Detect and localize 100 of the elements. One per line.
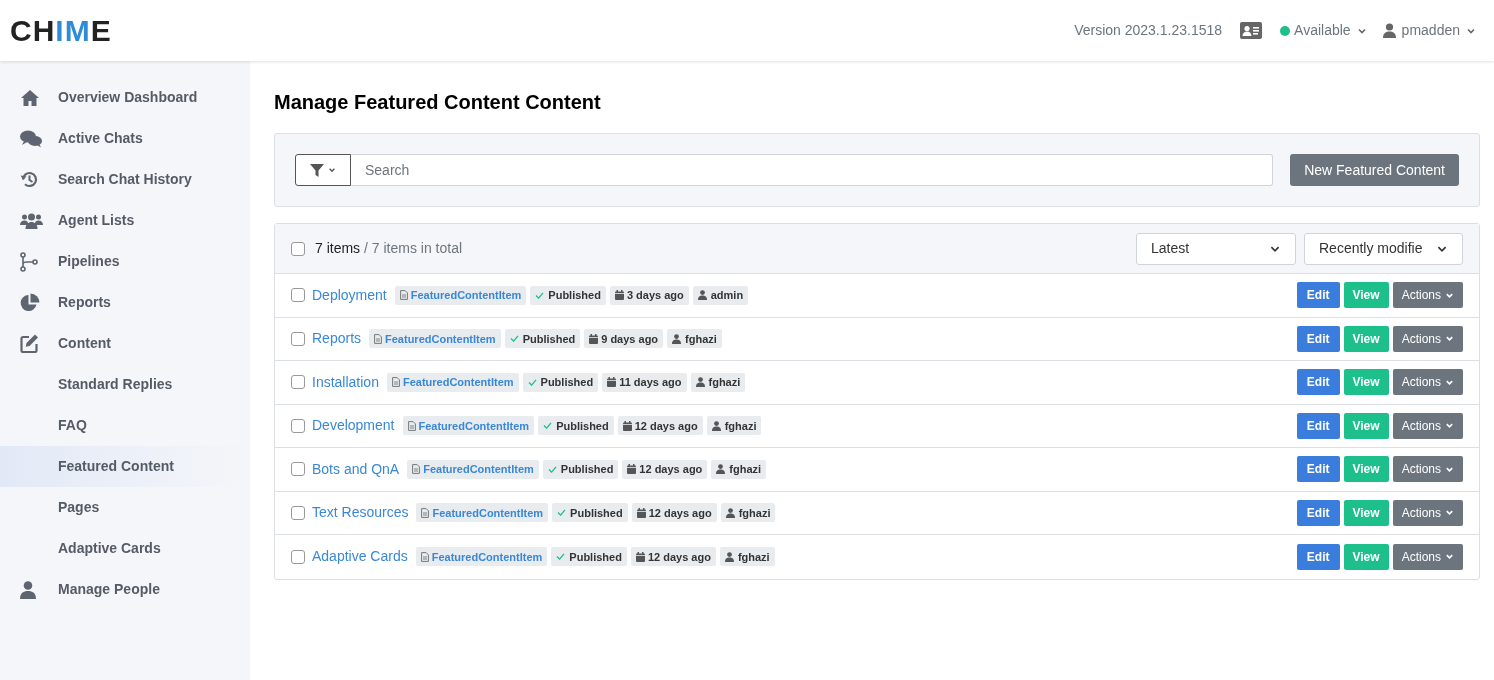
sidebar-item[interactable]: Content xyxy=(0,323,250,364)
edit-icon xyxy=(20,334,39,353)
user-icon xyxy=(716,464,726,475)
type-tag: FeaturedContentItem xyxy=(386,372,519,392)
caret-icon xyxy=(1445,552,1454,562)
view-button[interactable]: View xyxy=(1343,282,1389,309)
select-all-checkbox[interactable] xyxy=(291,241,305,256)
item-title-link[interactable]: Reports xyxy=(312,328,362,350)
calendar-icon xyxy=(636,507,646,518)
user-icon xyxy=(1382,23,1396,38)
sidebar-item[interactable]: Manage People xyxy=(0,569,250,610)
date-tag: 12 days ago xyxy=(631,503,717,523)
view-button[interactable]: View xyxy=(1343,456,1389,483)
check-icon xyxy=(509,335,519,343)
status-dropdown[interactable]: Available xyxy=(1280,20,1367,41)
sidebar-item[interactable]: Standard Replies xyxy=(0,364,250,405)
row-checkbox[interactable] xyxy=(291,288,305,303)
type-tag: FeaturedContentItem xyxy=(394,285,527,305)
status-tag: Published xyxy=(504,329,581,349)
new-featured-content-button[interactable]: New Featured Content xyxy=(1290,154,1459,186)
item-title-link[interactable]: Development xyxy=(312,415,395,437)
actions-dropdown[interactable]: Actions xyxy=(1392,499,1463,526)
edit-button[interactable]: Edit xyxy=(1296,412,1340,439)
branch-icon xyxy=(20,251,38,272)
caret-icon xyxy=(1445,421,1454,431)
item-title-link[interactable]: Installation xyxy=(312,371,379,393)
edit-button[interactable]: Edit xyxy=(1296,282,1340,309)
group-icon xyxy=(20,212,43,229)
author-tag: fghazi xyxy=(690,372,746,392)
version-text: Version 2023.1.23.1518 xyxy=(1074,21,1223,40)
document-icon xyxy=(407,420,416,431)
sidebar-item[interactable]: Adaptive Cards xyxy=(0,528,250,569)
sort-order-dropdown[interactable]: Latest xyxy=(1136,232,1296,265)
type-tag: FeaturedContentItem xyxy=(416,503,549,523)
item-count: 7 items / 7 items in total xyxy=(315,239,463,258)
item-title-link[interactable]: Bots and QnA xyxy=(312,458,400,480)
sidebar-item[interactable]: Agent Lists xyxy=(0,200,250,241)
search-field[interactable]: Search xyxy=(351,154,1273,186)
author-tag: fghazi xyxy=(711,459,767,479)
filter-dropdown[interactable] xyxy=(295,154,351,186)
view-button[interactable]: View xyxy=(1343,325,1389,352)
view-button[interactable]: View xyxy=(1343,499,1389,526)
view-button[interactable]: View xyxy=(1343,543,1389,570)
author-tag: fghazi xyxy=(720,503,776,523)
row-checkbox[interactable] xyxy=(291,418,305,433)
item-title-link[interactable]: Adaptive Cards xyxy=(312,546,408,568)
document-icon xyxy=(421,507,430,518)
type-tag: FeaturedContentItem xyxy=(369,329,501,349)
row-checkbox[interactable] xyxy=(291,331,305,346)
status-tag: Published xyxy=(538,416,614,436)
calendar-icon xyxy=(635,551,645,562)
sidebar-item[interactable]: FAQ xyxy=(0,405,250,446)
document-icon xyxy=(374,333,383,344)
row-checkbox[interactable] xyxy=(291,462,305,477)
chat-bubbles-icon xyxy=(20,129,43,148)
sort-field-dropdown[interactable]: Recently modifie xyxy=(1304,232,1463,265)
edit-button[interactable]: Edit xyxy=(1296,369,1340,396)
view-button[interactable]: View xyxy=(1343,369,1389,396)
actions-dropdown[interactable]: Actions xyxy=(1392,282,1463,309)
sidebar-item[interactable]: Active Chats xyxy=(0,118,250,159)
user-icon xyxy=(695,377,705,388)
sidebar-item[interactable]: Overview Dashboard xyxy=(0,77,250,118)
edit-button[interactable]: Edit xyxy=(1296,456,1340,483)
type-tag: FeaturedContentItem xyxy=(402,416,535,436)
pie-chart-icon xyxy=(20,292,40,313)
id-card-icon[interactable] xyxy=(1240,22,1263,39)
caret-icon xyxy=(328,166,336,174)
actions-dropdown[interactable]: Actions xyxy=(1392,412,1463,439)
type-tag: FeaturedContentItem xyxy=(415,547,548,567)
edit-button[interactable]: Edit xyxy=(1296,325,1340,352)
user-icon xyxy=(724,551,734,562)
check-icon xyxy=(556,553,566,561)
calendar-icon xyxy=(589,333,599,344)
page-title: Manage Featured Content Content xyxy=(274,90,602,115)
sidebar-item[interactable]: Reports xyxy=(0,282,250,323)
item-title-link[interactable]: Deployment xyxy=(312,284,387,306)
status-tag: Published xyxy=(552,503,628,523)
calendar-icon xyxy=(607,377,617,388)
row-checkbox[interactable] xyxy=(291,505,305,520)
sidebar-item[interactable]: Pages xyxy=(0,487,250,528)
document-icon xyxy=(399,290,408,301)
item-title-link[interactable]: Text Resources xyxy=(312,502,409,524)
row-checkbox[interactable] xyxy=(291,549,305,564)
actions-dropdown[interactable]: Actions xyxy=(1392,325,1463,352)
document-icon xyxy=(420,551,429,562)
user-menu[interactable]: pmadden xyxy=(1382,20,1476,41)
sidebar-item[interactable]: Search Chat History xyxy=(0,159,250,200)
calendar-icon xyxy=(614,290,624,301)
check-icon xyxy=(543,422,553,430)
edit-button[interactable]: Edit xyxy=(1296,543,1340,570)
actions-dropdown[interactable]: Actions xyxy=(1392,543,1463,570)
actions-dropdown[interactable]: Actions xyxy=(1392,456,1463,483)
row-checkbox[interactable] xyxy=(291,375,305,390)
view-button[interactable]: View xyxy=(1343,412,1389,439)
edit-button[interactable]: Edit xyxy=(1296,499,1340,526)
document-icon xyxy=(391,377,400,388)
author-tag: fghazi xyxy=(667,329,722,349)
sidebar-item[interactable]: Pipelines xyxy=(0,241,250,282)
check-icon xyxy=(547,465,557,473)
actions-dropdown[interactable]: Actions xyxy=(1392,369,1463,396)
